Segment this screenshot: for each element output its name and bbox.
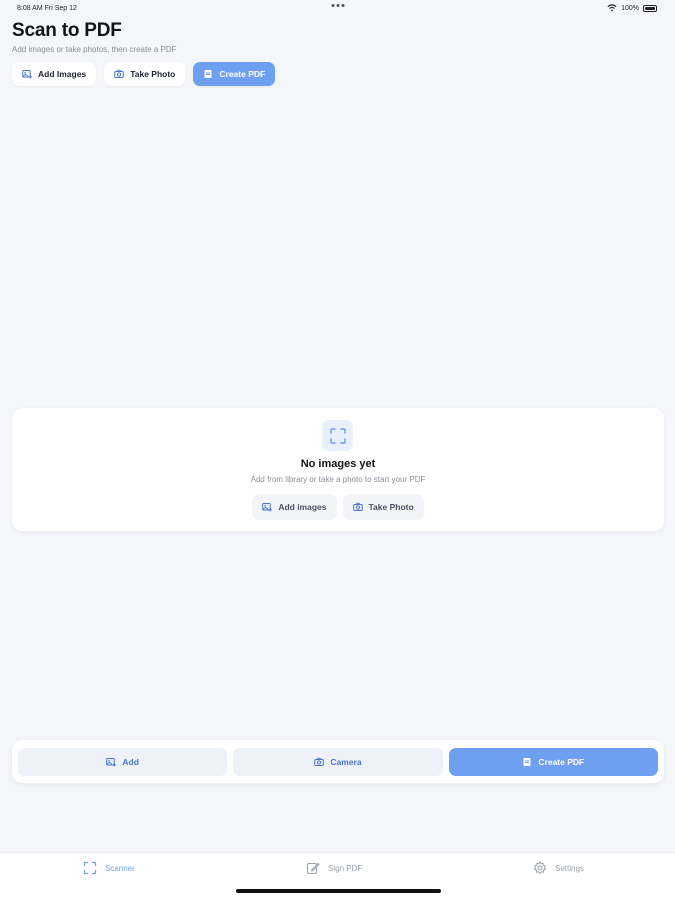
status-indicators: 100%: [607, 3, 657, 13]
status-time-date: 8:08 AM Fri Sep 12: [17, 4, 77, 12]
camera-button[interactable]: Camera: [233, 747, 443, 776]
wifi-icon: [607, 3, 617, 13]
add-images-button[interactable]: Add Images: [12, 62, 97, 86]
status-bar: 8:08 AM Fri Sep 12 100%: [0, 0, 675, 16]
scan-icon: [83, 861, 97, 875]
take-photo-label: Take Photo: [130, 69, 176, 79]
empty-state-card: No images yet Add from library or take a…: [12, 408, 664, 531]
photo-add-icon: [106, 757, 117, 767]
photo-add-icon: [22, 69, 32, 79]
gear-icon: [533, 861, 547, 875]
document-icon: [522, 757, 532, 767]
empty-add-images-label: Add images: [278, 502, 327, 512]
tab-scanner[interactable]: Scanner: [83, 861, 135, 875]
bottom-create-pdf-label: Create PDF: [538, 756, 585, 767]
empty-take-photo-label: Take Photo: [368, 502, 414, 512]
tab-sign-pdf[interactable]: Sign PDF: [306, 861, 362, 875]
create-pdf-label: Create PDF: [219, 69, 266, 79]
home-indicator[interactable]: [236, 889, 441, 893]
document-icon: [203, 69, 213, 79]
empty-state-title: No images yet: [300, 458, 376, 470]
add-label: Add: [122, 756, 139, 767]
multitasking-dots-icon[interactable]: [331, 4, 344, 7]
empty-state-actions: Add images Take Photo: [12, 494, 664, 520]
create-pdf-button[interactable]: Create PDF: [193, 62, 276, 86]
camera-icon: [352, 502, 363, 512]
empty-take-photo-button[interactable]: Take Photo: [342, 494, 424, 520]
edit-icon: [306, 861, 320, 875]
page-subtitle: Add images or take photos, then create a…: [12, 45, 177, 54]
scan-frame-icon: [322, 420, 353, 451]
photo-add-icon: [262, 502, 273, 512]
camera-label: Camera: [330, 756, 362, 767]
camera-icon: [114, 69, 124, 79]
app-screen: 8:08 AM Fri Sep 12 100% Scan to PDF Add …: [0, 0, 675, 900]
tab-scanner-label: Scanner: [105, 863, 135, 873]
add-images-label: Add Images: [38, 69, 87, 79]
bottom-create-pdf-button[interactable]: Create PDF: [448, 747, 658, 776]
bottom-action-bar: Add Camera Create PDF: [12, 740, 664, 783]
empty-add-images-button[interactable]: Add images: [252, 494, 337, 520]
tab-settings-label: Settings: [555, 863, 584, 873]
tab-sign-pdf-label: Sign PDF: [328, 863, 363, 873]
page-title: Scan to PDF: [12, 20, 122, 41]
take-photo-button[interactable]: Take Photo: [104, 62, 186, 86]
battery-percent: 100%: [621, 4, 639, 12]
empty-state-description: Add from library or take a photo to star…: [250, 475, 426, 484]
battery-icon: [643, 4, 657, 12]
camera-icon: [314, 757, 325, 767]
top-actions: Add Images Take Photo Create PDF: [12, 62, 276, 86]
add-button[interactable]: Add: [18, 747, 228, 776]
tab-settings[interactable]: Settings: [533, 861, 584, 875]
